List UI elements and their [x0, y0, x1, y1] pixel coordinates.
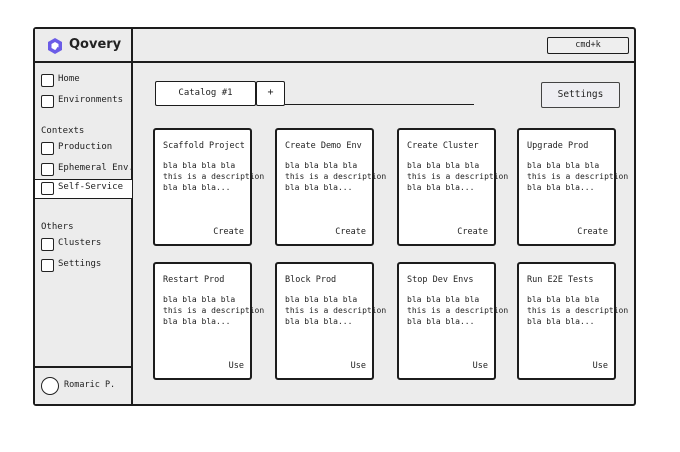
sidebar-item-label: Ephemeral Env. [58, 163, 134, 173]
sidebar-item-settings[interactable]: Settings [35, 256, 131, 276]
section-label-contexts: Contexts [41, 126, 85, 136]
card-action-button[interactable]: Use [473, 361, 488, 371]
card-title: Upgrade Prod [527, 141, 589, 151]
sidebar-item-production[interactable]: Production [35, 139, 131, 159]
card-action-button[interactable]: Create [335, 227, 366, 237]
checkbox-icon [41, 74, 54, 87]
catalog-card[interactable]: Stop Dev Envs bla bla bla bla this is a … [397, 262, 508, 380]
qovery-logo-icon [48, 38, 62, 54]
add-tab-button[interactable]: + [256, 81, 285, 106]
card-title: Restart Prod [163, 275, 225, 285]
catalog-card[interactable]: Block Prod bla bla bla bla this is a des… [275, 262, 386, 380]
checkbox-icon [41, 163, 54, 176]
catalog-card[interactable]: Create Cluster bla bla bla bla this is a… [397, 128, 508, 246]
card-title: Stop Dev Envs [407, 275, 474, 285]
brand-name: Qovery [69, 37, 122, 52]
checkbox-icon [41, 259, 54, 272]
checkbox-icon [41, 142, 54, 155]
catalog-card[interactable]: Create Demo Env bla bla bla bla this is … [275, 128, 386, 246]
card-description: bla bla bla bla this is a description bl… [163, 161, 265, 192]
user-name: Romaric P. [64, 380, 116, 390]
sidebar: Qovery Home Environments Contexts Produc… [35, 29, 134, 404]
card-action-button[interactable]: Create [213, 227, 244, 237]
card-description: bla bla bla bla this is a description bl… [527, 161, 629, 192]
sidebar-item-label: Settings [58, 259, 102, 269]
card-description: bla bla bla bla this is a description bl… [285, 161, 387, 192]
card-title: Create Cluster [407, 141, 479, 151]
card-action-button[interactable]: Use [229, 361, 244, 371]
checkbox-icon [41, 238, 54, 251]
card-title: Create Demo Env [285, 141, 362, 151]
sidebar-item-label: Home [58, 74, 80, 84]
card-title: Scaffold Project [163, 141, 245, 151]
app-window: Qovery Home Environments Contexts Produc… [33, 27, 636, 406]
card-description: bla bla bla bla this is a description bl… [527, 295, 629, 326]
catalog-card[interactable]: Upgrade Prod bla bla bla bla this is a d… [517, 128, 628, 246]
command-palette-button[interactable]: cmd+k [547, 37, 629, 54]
avatar [41, 377, 59, 395]
tab-underline [285, 104, 474, 105]
checkbox-icon [41, 95, 54, 108]
sidebar-item-label: Clusters [58, 238, 102, 248]
settings-button[interactable]: Settings [541, 82, 620, 108]
sidebar-item-clusters[interactable]: Clusters [35, 235, 131, 255]
card-action-button[interactable]: Create [577, 227, 608, 237]
card-title: Run E2E Tests [527, 275, 594, 285]
topbar: cmd+k [133, 29, 634, 63]
catalog-card[interactable]: Restart Prod bla bla bla bla this is a d… [153, 262, 264, 380]
sidebar-item-label: Self-Service [58, 182, 124, 192]
sidebar-item-ephemeral-env[interactable]: Ephemeral Env. [35, 160, 134, 180]
catalog-card[interactable]: Scaffold Project bla bla bla bla this is… [153, 128, 264, 246]
sidebar-item-label: Environments [58, 95, 124, 105]
card-action-button[interactable]: Use [593, 361, 608, 371]
card-action-button[interactable]: Create [457, 227, 488, 237]
user-profile[interactable]: Romaric P. [35, 366, 131, 404]
card-description: bla bla bla bla this is a description bl… [163, 295, 265, 326]
checkbox-icon [41, 182, 54, 195]
catalog-card[interactable]: Run E2E Tests bla bla bla bla this is a … [517, 262, 628, 380]
sidebar-item-self-service[interactable]: Self-Service [35, 179, 132, 199]
logo-row[interactable]: Qovery [35, 29, 131, 63]
sidebar-item-label: Production [58, 142, 113, 152]
card-description: bla bla bla bla this is a description bl… [407, 295, 509, 326]
card-description: bla bla bla bla this is a description bl… [407, 161, 509, 192]
card-action-button[interactable]: Use [351, 361, 366, 371]
sidebar-item-environments[interactable]: Environments [35, 92, 131, 112]
card-title: Block Prod [285, 275, 337, 285]
sidebar-item-home[interactable]: Home [35, 71, 131, 91]
card-description: bla bla bla bla this is a description bl… [285, 295, 387, 326]
section-label-others: Others [41, 222, 74, 232]
tab-catalog-1[interactable]: Catalog #1 [155, 81, 256, 106]
